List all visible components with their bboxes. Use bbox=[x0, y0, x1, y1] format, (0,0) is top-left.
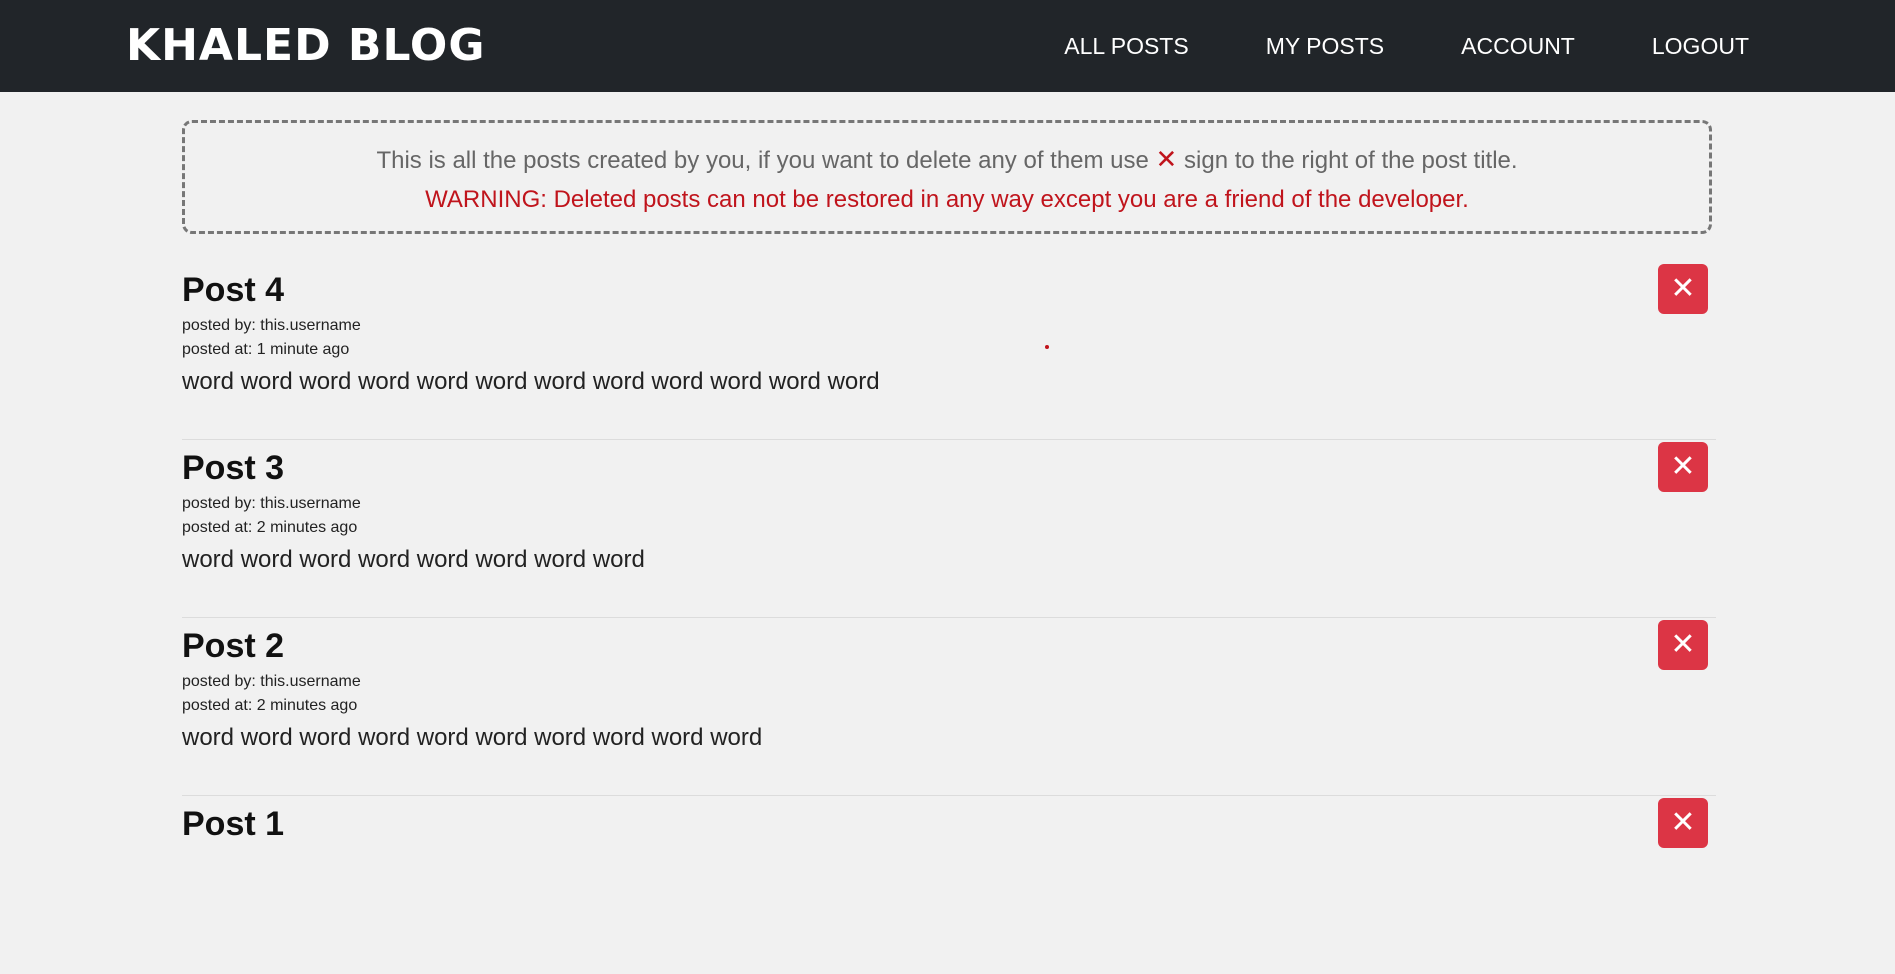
delete-post-button[interactable]: ✕ bbox=[1658, 264, 1708, 314]
nav-my-posts[interactable]: MY POSTS bbox=[1266, 33, 1384, 60]
post-item: Post 2 posted by: this.username posted a… bbox=[182, 618, 1716, 796]
post-timestamp: posted at: 1 minute ago bbox=[182, 341, 350, 358]
info-notice: This is all the posts created by you, if… bbox=[182, 120, 1712, 234]
close-icon: ✕ bbox=[1155, 144, 1178, 174]
notice-text-before: This is all the posts created by you, if… bbox=[376, 147, 1156, 174]
post-body: word word word word word word word word bbox=[182, 546, 645, 573]
post-title[interactable]: Post 4 bbox=[182, 270, 284, 310]
close-icon: ✕ bbox=[1670, 627, 1696, 662]
delete-post-button[interactable]: ✕ bbox=[1658, 798, 1708, 848]
nav-links: ALL POSTS MY POSTS ACCOUNT LOGOUT bbox=[987, 0, 1749, 92]
notice-instructions: This is all the posts created by you, if… bbox=[185, 143, 1709, 177]
brand-logo[interactable]: KHALED BLOG bbox=[126, 18, 485, 74]
post-title[interactable]: Post 1 bbox=[182, 804, 284, 844]
close-icon: ✕ bbox=[1670, 271, 1696, 306]
post-author: posted by: this.username bbox=[182, 495, 361, 512]
delete-post-button[interactable]: ✕ bbox=[1658, 442, 1708, 492]
nav-all-posts[interactable]: ALL POSTS bbox=[1064, 33, 1188, 60]
close-icon: ✕ bbox=[1670, 805, 1696, 840]
post-item: Post 4 posted by: this.username posted a… bbox=[182, 262, 1716, 440]
post-timestamp: posted at: 2 minutes ago bbox=[182, 697, 358, 714]
post-body: word word word word word word word word … bbox=[182, 368, 880, 395]
post-timestamp: posted at: 2 minutes ago bbox=[182, 519, 358, 536]
post-title[interactable]: Post 3 bbox=[182, 448, 284, 488]
nav-logout[interactable]: LOGOUT bbox=[1652, 33, 1749, 60]
notice-text-after: sign to the right of the post title. bbox=[1177, 147, 1518, 174]
delete-post-button[interactable]: ✕ bbox=[1658, 620, 1708, 670]
post-item: Post 1 ✕ bbox=[182, 796, 1716, 974]
navbar: KHALED BLOG ALL POSTS MY POSTS ACCOUNT L… bbox=[0, 0, 1895, 92]
post-list: Post 4 posted by: this.username posted a… bbox=[182, 262, 1716, 974]
post-item: Post 3 posted by: this.username posted a… bbox=[182, 440, 1716, 618]
post-title[interactable]: Post 2 bbox=[182, 626, 284, 666]
post-author: posted by: this.username bbox=[182, 317, 361, 334]
notice-warning: WARNING: Deleted posts can not be restor… bbox=[425, 186, 1469, 213]
post-body: word word word word word word word word … bbox=[182, 724, 763, 751]
post-author: posted by: this.username bbox=[182, 673, 361, 690]
nav-account[interactable]: ACCOUNT bbox=[1461, 33, 1575, 60]
close-icon: ✕ bbox=[1670, 449, 1696, 484]
